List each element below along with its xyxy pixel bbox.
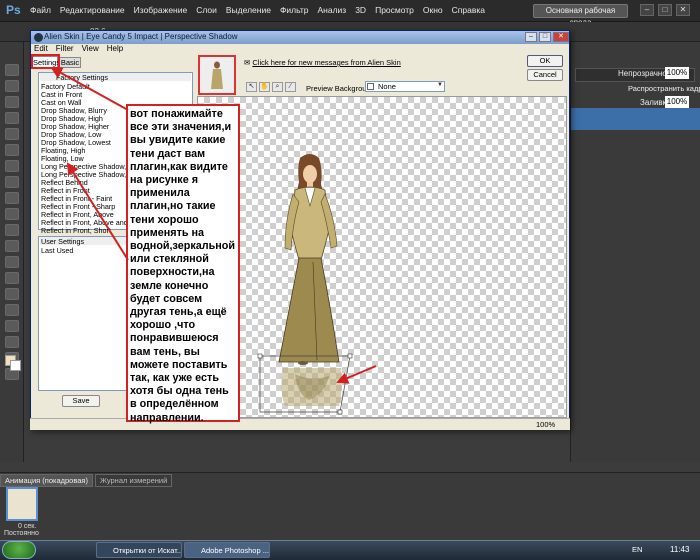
list-item[interactable]: Last Used [41,246,73,255]
workspace-button[interactable]: Основная рабочая среда [533,4,628,27]
start-button[interactable] [2,541,36,559]
chevron-down-icon[interactable]: ▼ [437,82,443,88]
tab-animation[interactable]: Анимация (покадровая) [0,474,93,487]
taskbar-item-opera[interactable]: Открытки от Искат... [96,542,182,558]
menu-image[interactable]: Изображение [134,5,188,15]
dialog-menu-filter[interactable]: Filter [56,44,74,53]
opacity-input[interactable]: 100% [665,67,689,79]
maximize-icon[interactable]: □ [658,4,672,16]
eraser-tool-icon[interactable] [5,224,19,236]
dialog-close-icon[interactable]: ✕ [553,32,569,42]
menu-window[interactable]: Окно [423,5,443,15]
minimize-icon[interactable]: – [640,4,654,16]
healing-tool-icon[interactable] [5,160,19,172]
animation-frame-thumbnail[interactable] [6,487,38,521]
menu-view[interactable]: Просмотр [375,5,414,15]
close-icon[interactable]: ✕ [676,4,690,16]
eyedropper-tool-icon[interactable] [5,144,19,156]
menu-analysis[interactable]: Анализ [318,5,347,15]
animation-tabs: Анимация (покадровая) Журнал измерений [0,474,173,487]
photoshop-logo: Ps [6,3,21,17]
highlight-box [31,54,60,69]
factory-settings-label: Factory Settings [56,73,108,82]
menu-3d[interactable]: 3D [355,5,366,15]
preview-canvas[interactable] [197,96,567,418]
marquee-tool-icon[interactable] [5,80,19,92]
woman-figure-illustration [257,154,353,415]
eyedropper-icon[interactable]: ⁄ [285,82,296,92]
language-indicator[interactable]: EN [632,545,642,554]
save-button[interactable]: Save [62,395,100,407]
user-settings-label: User Settings [41,237,85,246]
quick-select-tool-icon[interactable] [5,112,19,124]
loop-select[interactable]: Постоянно [4,530,39,537]
stamp-tool-icon[interactable] [5,192,19,204]
preview-tools: ↖ ✋ ⌕ ⁄ [246,82,296,92]
blur-tool-icon[interactable] [5,256,19,268]
preview-background-select[interactable]: None [365,81,445,92]
clock: 11:43 [670,545,690,554]
tab-basic[interactable]: Basic [59,57,81,68]
thumbnail-figure-icon [200,57,234,93]
layer-row-selected[interactable] [571,108,700,130]
zoom-status: 100% [536,420,556,429]
propagate-frame-checkbox[interactable]: Распространить кадр 1 [628,84,700,93]
shape-tool-icon[interactable] [5,336,19,348]
tools-panel [0,42,24,462]
dialog-menu-view[interactable]: View [82,44,99,53]
pointer-icon[interactable]: ↖ [246,82,257,92]
menu-filter[interactable]: Фильтр [280,5,309,15]
list-item[interactable]: Reflect in Front, Short [41,226,111,235]
preview-thumbnail[interactable] [198,55,236,95]
dialog-maximize-icon[interactable]: □ [539,32,551,42]
dialog-menu-edit[interactable]: Edit [34,44,48,53]
dialog-menu-help[interactable]: Help [107,44,123,53]
menu-file[interactable]: Файл [30,5,51,15]
menu-select[interactable]: Выделение [226,5,271,15]
window-controls: – □ ✕ [640,4,690,16]
zoom-icon[interactable]: ⌕ [272,82,283,92]
annotation-text: вот понажимайте все эти значения,и вы ув… [130,108,236,424]
dialog-window-controls: – □ ✕ [525,32,569,42]
alien-skin-icon [34,33,43,42]
taskbar-item-photoshop[interactable]: Adobe Photoshop ... [184,542,270,558]
menu-layers[interactable]: Слои [196,5,217,15]
menu-edit[interactable]: Редактирование [60,5,125,15]
dialog-minimize-icon[interactable]: – [525,32,537,42]
hand-icon[interactable]: ✋ [259,82,270,92]
gradient-tool-icon[interactable] [5,240,19,252]
lasso-tool-icon[interactable] [5,96,19,108]
background-color-swatch[interactable] [10,360,21,371]
menu-help[interactable]: Справка [452,5,485,15]
main-menu: Файл Редактирование Изображение Слои Выд… [30,5,485,15]
alien-skin-link-text[interactable]: Click here for new messages from Alien S… [252,58,400,67]
crop-tool-icon[interactable] [5,128,19,140]
fill-input[interactable]: 100% [665,96,689,108]
pen-tool-icon[interactable] [5,288,19,300]
alien-skin-link[interactable]: ✉ Click here for new messages from Alien… [244,58,401,67]
dialog-title: Alien Skin | Eye Candy 5 Impact | Perspe… [44,32,238,41]
path-select-tool-icon[interactable] [5,320,19,332]
cancel-button[interactable]: Cancel [527,69,563,81]
tab-measurement-log[interactable]: Журнал измерений [95,474,173,487]
dodge-tool-icon[interactable] [5,272,19,284]
type-tool-icon[interactable] [5,304,19,316]
frame-delay[interactable]: 0 сек. [18,523,36,530]
ok-button[interactable]: OK [527,55,563,67]
brush-tool-icon[interactable] [5,176,19,188]
move-tool-icon[interactable] [5,64,19,76]
history-brush-tool-icon[interactable] [5,208,19,220]
dialog-menu: Edit Filter View Help [34,44,123,53]
preview-background-swatch [367,83,374,90]
